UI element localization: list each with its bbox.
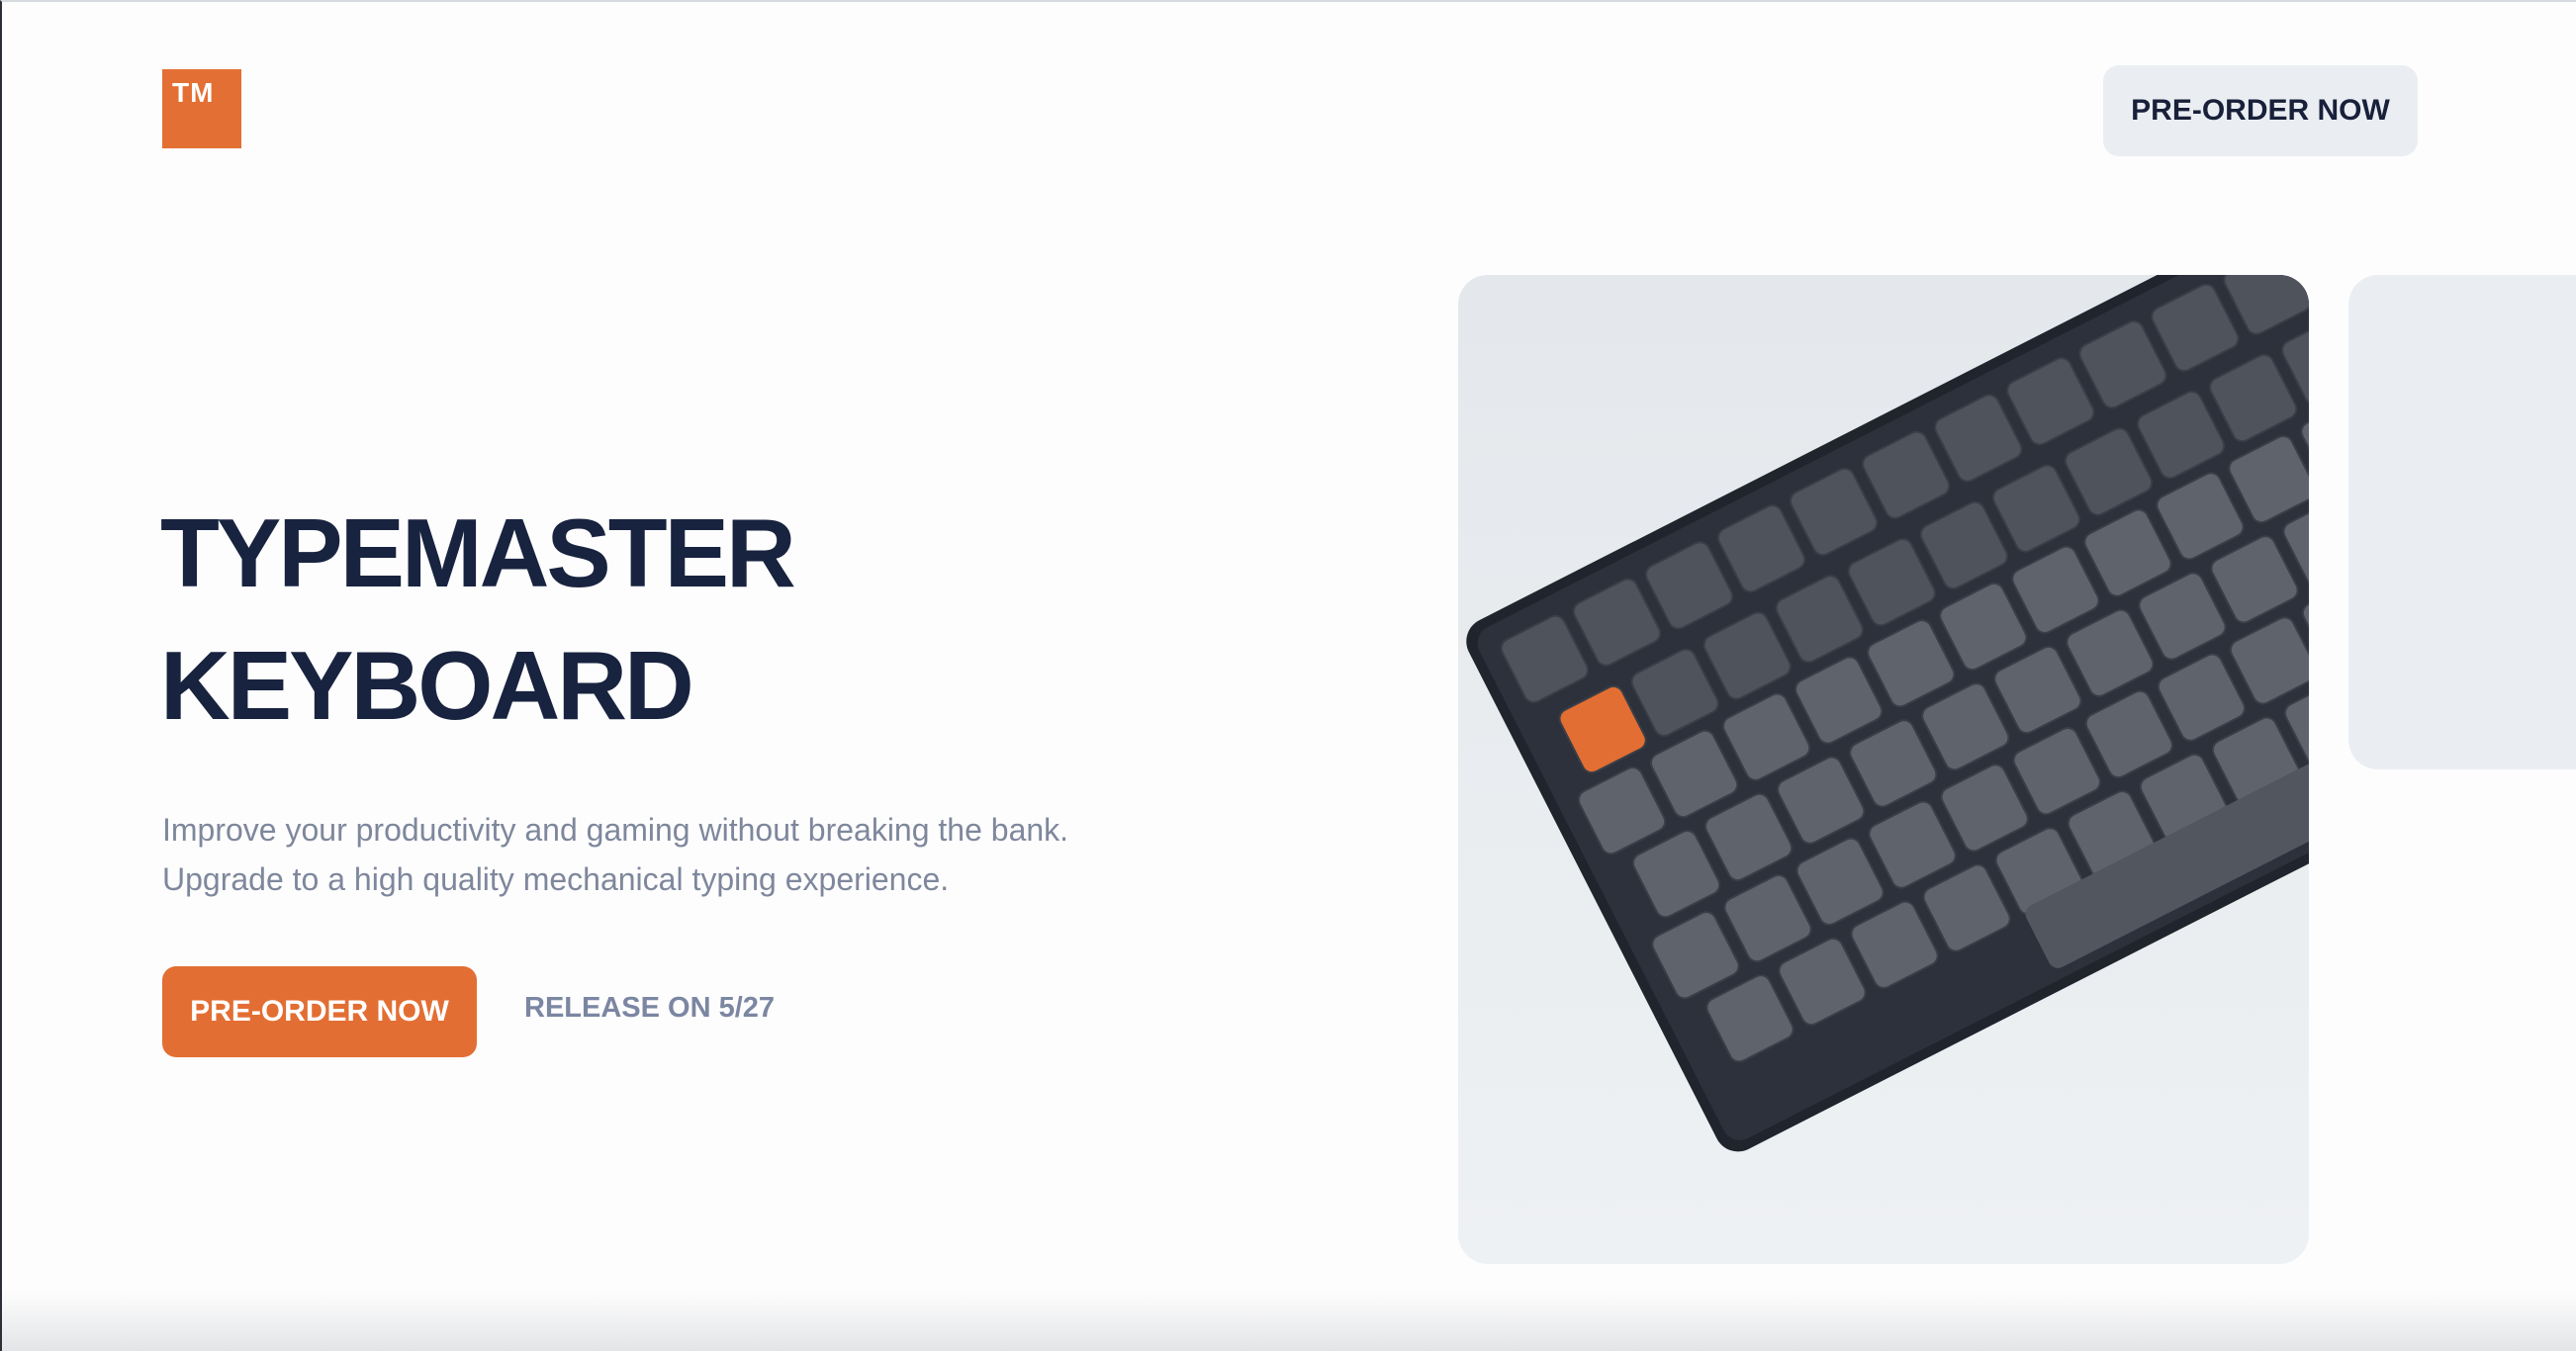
release-date-text: RELEASE ON 5/27 [524,992,776,1024]
keyboard-illustration [1466,275,2309,1152]
landing-page: TM PRE-ORDER NOW TYPEMASTER KEYBOARD Imp… [0,0,2576,1351]
hero-subtitle-line-1: Improve your productivity and gaming wit… [162,812,1069,848]
brand-logo[interactable]: TM [162,69,241,148]
header-preorder-button[interactable]: PRE-ORDER NOW [2103,65,2418,156]
hero-title-line-2: KEYBOARD [160,631,694,740]
hero-title-line-1: TYPEMASTER [160,498,796,607]
keyboard-product-image [1458,275,2309,1264]
bottom-shade [2,1292,2576,1351]
logo-text: TM [172,77,215,108]
hero-subtitle: Improve your productivity and gaming wit… [162,805,1068,904]
hero-title: TYPEMASTER KEYBOARD [160,487,796,752]
next-slide-card[interactable] [2348,275,2576,769]
hero-preorder-button[interactable]: PRE-ORDER NOW [162,966,477,1057]
hero-subtitle-line-2: Upgrade to a high quality mechanical typ… [162,861,950,897]
